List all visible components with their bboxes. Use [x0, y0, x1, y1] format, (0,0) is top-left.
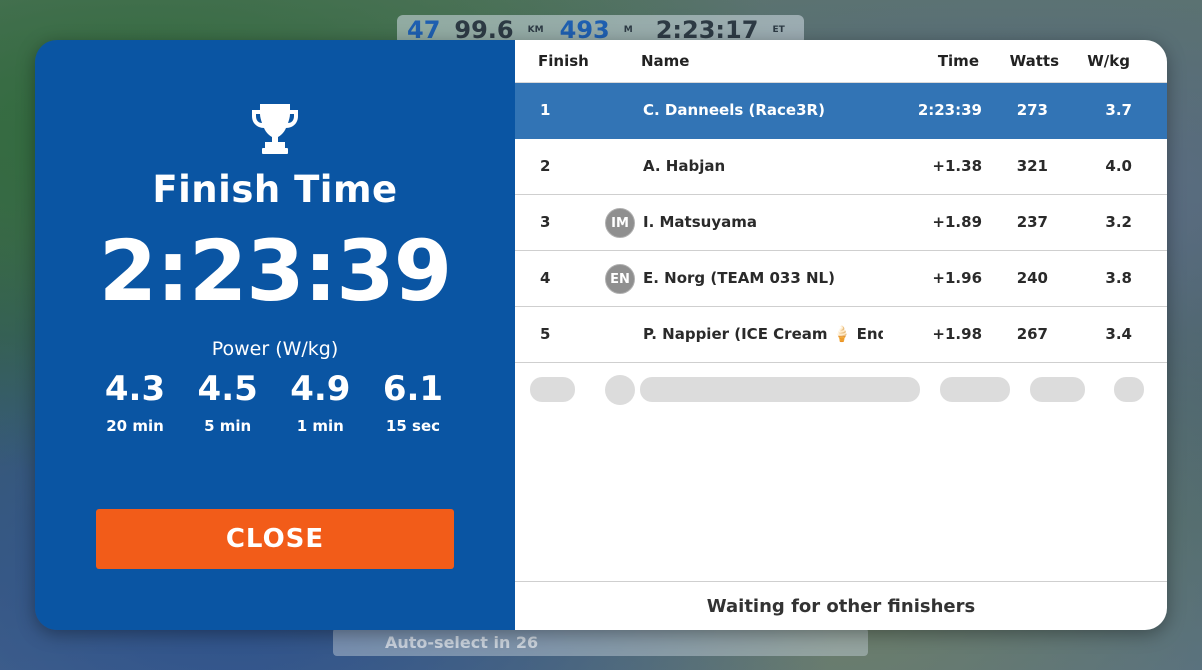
row-time: 2:23:39	[917, 101, 982, 119]
table-header: Finish Name Time Watts W/kg	[515, 40, 1167, 83]
row-position: 5	[540, 325, 551, 343]
row-time: +1.98	[932, 325, 982, 343]
power-value: 4.3	[104, 369, 166, 409]
loading-placeholder	[640, 377, 920, 402]
row-time: +1.96	[932, 269, 982, 287]
power-value: 4.5	[197, 369, 258, 409]
power-stats: 4.3 20 min 4.5 5 min 4.9 1 min 6.1 15 se…	[89, 367, 459, 435]
race-results-modal: Finish Time 2:23:39 Power (W/kg) 4.3 20 …	[35, 40, 1167, 630]
hud-distance-unit: KM	[527, 24, 544, 35]
power-stat: 4.5 5 min	[182, 367, 274, 435]
row-position: 3	[540, 213, 551, 231]
header-time: Time	[937, 52, 979, 70]
row-name: A. Habjan	[643, 157, 726, 175]
table-row[interactable]: 2 A. Habjan +1.38 321 4.0	[515, 139, 1167, 195]
results-table: Finish Name Time Watts W/kg 1 C. Danneel…	[515, 40, 1167, 630]
loading-placeholder	[940, 377, 1010, 402]
table-row[interactable]: 5 P. Nappier (ICE Cream 🍦 Endura +1.98 2…	[515, 307, 1167, 363]
table-row[interactable]: 1 C. Danneels (Race3R) 2:23:39 273 3.7	[515, 83, 1167, 139]
row-watts: 273	[1016, 101, 1048, 119]
power-value: 4.9	[290, 369, 351, 409]
row-position: 2	[540, 157, 551, 175]
power-stat: 4.9 1 min	[274, 367, 366, 435]
header-watts: Watts	[1009, 52, 1059, 70]
hud-elevation-unit: M	[623, 24, 633, 35]
header-finish: Finish	[538, 52, 589, 70]
power-stat: 4.3 20 min	[89, 367, 181, 435]
row-watts: 267	[1016, 325, 1048, 343]
waiting-status: Waiting for other finishers	[515, 581, 1167, 630]
trophy-icon	[252, 104, 298, 154]
row-name: C. Danneels (Race3R)	[643, 101, 825, 119]
row-wkg: 3.8	[1105, 269, 1132, 287]
row-position: 4	[540, 269, 551, 287]
close-button[interactable]: CLOSE	[96, 509, 454, 569]
row-name: E. Norg (TEAM 033 NL)	[643, 269, 835, 287]
row-wkg: 3.7	[1105, 101, 1132, 119]
power-duration: 5 min	[204, 417, 252, 435]
power-duration: 15 sec	[385, 417, 441, 435]
header-name: Name	[641, 52, 690, 70]
finish-time-title: Finish Time	[152, 168, 398, 211]
row-time: +1.38	[932, 157, 982, 175]
auto-select-hint: Auto-select in 26	[333, 628, 868, 656]
avatar: IM	[605, 208, 635, 238]
avatar: EN	[605, 264, 635, 294]
power-duration: 20 min	[106, 417, 164, 435]
header-wkg: W/kg	[1087, 52, 1130, 70]
loading-placeholder	[605, 375, 635, 405]
row-wkg: 3.4	[1105, 325, 1132, 343]
finish-summary-panel: Finish Time 2:23:39 Power (W/kg) 4.3 20 …	[35, 40, 515, 630]
hud-elapsed-unit: ET	[772, 24, 785, 35]
row-watts: 237	[1016, 213, 1048, 231]
row-watts: 240	[1016, 269, 1048, 287]
row-wkg: 4.0	[1105, 157, 1132, 175]
table-row[interactable]: 4 EN E. Norg (TEAM 033 NL) +1.96 240 3.8	[515, 251, 1167, 307]
power-stat: 6.1 15 sec	[367, 367, 459, 435]
finish-time-value: 2:23:39	[98, 222, 452, 320]
row-name: P. Nappier (ICE Cream 🍦 Endura	[643, 325, 883, 343]
row-wkg: 3.2	[1105, 213, 1132, 231]
table-row[interactable]: 3 IM I. Matsuyama +1.89 237 3.2	[515, 195, 1167, 251]
loading-placeholder	[1030, 377, 1085, 402]
power-duration: 1 min	[296, 417, 344, 435]
loading-placeholder	[530, 377, 575, 402]
row-time: +1.89	[932, 213, 982, 231]
loading-placeholder	[1114, 377, 1144, 402]
row-position: 1	[540, 101, 551, 119]
power-label: Power (W/kg)	[211, 338, 339, 360]
row-watts: 321	[1016, 157, 1048, 175]
power-value: 6.1	[382, 369, 444, 409]
row-name: I. Matsuyama	[643, 213, 757, 231]
